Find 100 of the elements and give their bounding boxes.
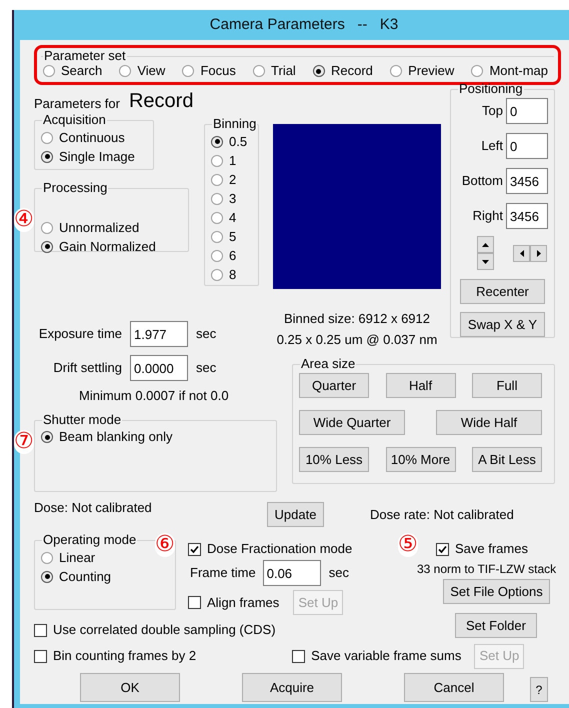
radio-button[interactable] [211,174,223,186]
group-label: Shutter mode [42,412,122,428]
group-label: Area size [300,356,356,372]
right-button[interactable] [530,244,547,262]
button[interactable]: Set Folder [455,613,537,638]
button[interactable]: 10% More [386,447,456,472]
radio-option[interactable]: 2 [211,170,236,189]
radio-option[interactable]: Unnormalized [41,218,140,237]
checkbox-option[interactable]: Dose Fractionation mode [188,541,388,557]
button[interactable]: Half [386,373,456,398]
radio-button[interactable] [41,431,53,443]
radio-option[interactable]: Counting [41,567,112,586]
option-label: Focus [200,63,236,79]
button[interactable]: Full [472,373,542,398]
unit-label: sec [196,326,216,342]
checkbox[interactable] [34,624,47,636]
radio-button[interactable] [253,65,266,77]
radio-option[interactable]: Preview [390,63,454,79]
checkbox[interactable] [34,650,47,662]
button[interactable]: Set File Options [443,579,550,604]
radio-button[interactable] [211,250,223,262]
button[interactable]: Recenter [460,279,545,304]
option-label: 6 [229,248,236,264]
option-label: Unnormalized [59,220,140,236]
text-field[interactable]: 1.977 [130,321,188,347]
radio-button[interactable] [211,192,223,204]
radio-option[interactable]: 8 [211,265,236,284]
parameter-set-name: Record [128,90,194,112]
radio-option[interactable]: 3 [211,189,236,208]
radio-option[interactable]: 6 [211,246,236,265]
radio-option[interactable]: Focus [182,63,236,79]
radio-button[interactable] [41,222,53,234]
radio-option[interactable]: Trial [253,63,296,79]
radio-button[interactable] [41,552,53,564]
radio-button[interactable] [41,150,53,162]
button[interactable]: Wide Half [436,410,542,435]
checkbox-option[interactable]: Align frames [188,594,280,610]
option-label: 2 [229,172,236,188]
radio-option[interactable]: View [119,63,166,79]
radio-button[interactable] [211,268,223,280]
up-button[interactable] [477,236,494,253]
text-field[interactable]: 0 [506,133,548,159]
button[interactable]: Acquire [242,673,342,702]
option-label: 4 [229,210,236,226]
button[interactable]: ? [530,677,548,702]
radio-option[interactable]: 1 [211,151,236,170]
button[interactable]: 10% Less [299,447,369,472]
radio-button[interactable] [41,570,53,582]
checkbox[interactable] [292,650,306,662]
radio-button[interactable] [211,230,223,242]
button[interactable]: Swap X & Y [460,312,545,337]
button[interactable]: Quarter [299,373,369,398]
option-label: Continuous [59,130,125,146]
down-button[interactable] [477,253,494,270]
radio-option[interactable]: Mont-map [471,63,548,79]
radio-option[interactable]: Linear [41,548,96,567]
text-field[interactable]: 3456 [506,168,548,194]
field-label: Drift settling [52,360,122,376]
radio-button[interactable] [41,132,53,144]
button[interactable]: Update [267,502,324,527]
option-label: Gain Normalized [59,238,156,254]
checkbox[interactable] [436,542,449,556]
text-field[interactable]: 0.06 [262,560,321,586]
radio-option[interactable]: Single Image [41,147,135,166]
option-label: Save frames [455,541,528,557]
binned-info: 0.25 x 0.25 um @ 0.037 nm [276,332,438,348]
option-label: 1 [229,152,236,168]
radio-option[interactable]: Search [43,63,102,79]
radio-button[interactable] [182,65,194,77]
radio-option[interactable]: 0.5 [211,132,248,151]
radio-button[interactable] [312,65,325,77]
checkbox-option[interactable]: Save frames [436,541,569,557]
button[interactable]: A Bit Less [472,447,542,472]
left-button[interactable] [513,244,530,262]
text-field[interactable]: 0.0000 [130,355,188,381]
option-label: Align frames [207,594,280,610]
radio-button[interactable] [41,240,53,252]
radio-option[interactable]: 4 [211,208,236,227]
field-label: Left [481,138,503,154]
radio-button[interactable] [390,65,402,77]
radio-option[interactable]: Beam blanking only [41,428,172,446]
radio-option[interactable]: Record [312,63,373,79]
button[interactable]: Wide Quarter [299,410,405,435]
button[interactable]: OK [80,673,180,702]
radio-option[interactable]: Gain Normalized [41,237,156,256]
checkbox[interactable] [188,542,201,556]
radio-button[interactable] [471,65,484,77]
option-label: View [137,63,166,79]
text-field[interactable]: 0 [506,98,548,124]
radio-button[interactable] [211,154,223,166]
checkbox[interactable] [188,596,201,609]
radio-button[interactable] [211,212,223,224]
text-field[interactable]: 3456 [506,203,548,229]
radio-button[interactable] [211,136,223,148]
radio-option[interactable]: Continuous [41,128,125,147]
unit-label: sec [196,360,216,376]
radio-button[interactable] [43,65,55,77]
radio-button[interactable] [119,65,132,77]
button[interactable]: Cancel [404,673,504,702]
radio-option[interactable]: 5 [211,227,236,246]
